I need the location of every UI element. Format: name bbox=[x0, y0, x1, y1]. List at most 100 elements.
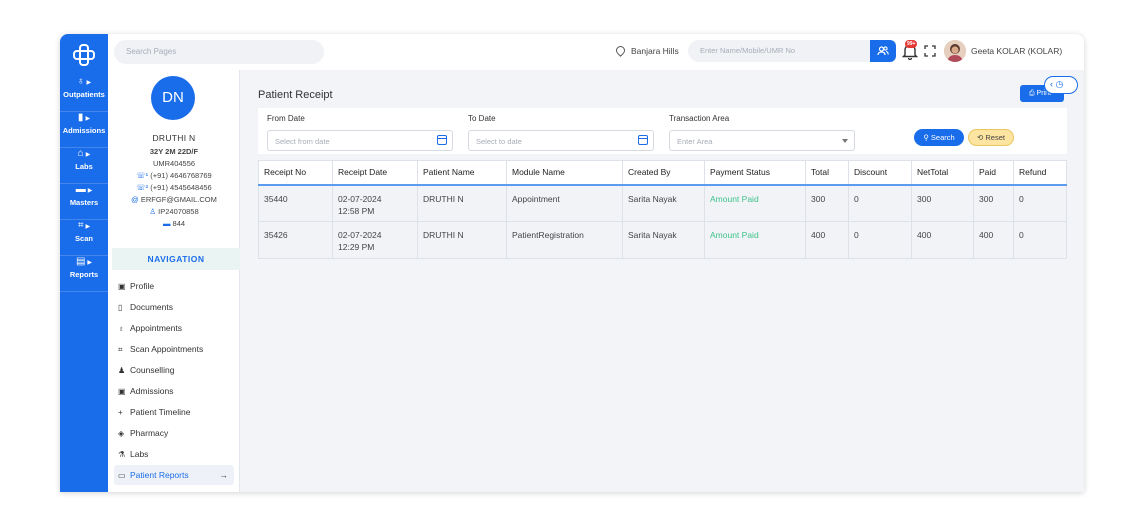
to-date-input[interactable]: Select to date bbox=[468, 130, 654, 151]
rail-item-outpatients[interactable]: ♁ ▶ Outpatients bbox=[60, 76, 108, 112]
patient-ip: ♙ IP24070858 bbox=[108, 206, 240, 218]
nav-item-appointments[interactable]: ♁ Appointments bbox=[114, 318, 234, 338]
calendar-icon[interactable] bbox=[437, 135, 447, 145]
scan-icon: ⌗ bbox=[118, 345, 123, 354]
table-row[interactable]: 35426 02-07-2024 12:29 PM DRUTHI N Patien… bbox=[258, 221, 1067, 259]
document-icon: ▯ bbox=[118, 303, 123, 312]
discount: 0 bbox=[848, 221, 912, 259]
rail-label: Labs bbox=[75, 162, 93, 171]
search-icon: ⚲ bbox=[923, 133, 931, 142]
date-value: 02-07-2024 bbox=[338, 193, 382, 204]
app-logo-icon[interactable] bbox=[72, 43, 96, 67]
module-name: Appointment bbox=[506, 184, 623, 222]
filter-bar: From Date Select from date To Date Selec… bbox=[258, 108, 1067, 154]
app-frame: ♁ ▶ Outpatients ▮ ▶ Admissions ⌂ ▶ Labs ▬ ▶ … bbox=[60, 34, 1084, 492]
to-date-label: To Date bbox=[468, 114, 496, 123]
from-date-label: From Date bbox=[267, 114, 305, 123]
navigation-heading: NAVIGATION bbox=[112, 248, 240, 270]
fullscreen-icon[interactable] bbox=[924, 45, 936, 57]
at-icon: @ bbox=[131, 195, 141, 204]
users-icon bbox=[877, 46, 889, 56]
patient-phone-2: ☏² (+91) 4545648456 bbox=[108, 182, 240, 194]
nav-item-pharmacy[interactable]: ◈ Pharmacy bbox=[114, 423, 234, 443]
col-header[interactable]: Paid bbox=[973, 160, 1014, 186]
admission-icon: ▣ bbox=[118, 387, 126, 396]
patient-umr: UMR404556 bbox=[152, 159, 196, 168]
location-selector[interactable]: Banjara Hills bbox=[614, 44, 679, 57]
col-header[interactable]: Patient Name bbox=[417, 160, 507, 186]
search-pages-input[interactable]: Search Pages bbox=[114, 40, 324, 64]
rail-item-scan[interactable]: ⌗ ▶ Scan bbox=[60, 220, 108, 256]
nav-item-scan-appointments[interactable]: ⌗ Scan Appointments bbox=[114, 339, 234, 359]
phone-2-value: (+91) 4545648456 bbox=[150, 183, 212, 192]
nav-item-patient-timeline[interactable]: + Patient Timeline bbox=[114, 402, 234, 422]
rail-item-admissions[interactable]: ▮ ▶ Admissions bbox=[60, 112, 108, 148]
search-button[interactable]: ⚲ Search bbox=[914, 129, 964, 146]
area-placeholder: Enter Area bbox=[677, 137, 713, 146]
from-date-input[interactable]: Select from date bbox=[267, 130, 453, 151]
col-header[interactable]: Created By bbox=[622, 160, 705, 186]
receipt-date: 02-07-2024 12:29 PM bbox=[332, 221, 418, 259]
reset-button[interactable]: ⟲ Reset bbox=[968, 129, 1014, 146]
user-name[interactable]: Geeta KOLAR (KOLAR) bbox=[971, 46, 1062, 56]
col-header[interactable]: Discount bbox=[848, 160, 912, 186]
col-header[interactable]: Receipt Date bbox=[332, 160, 418, 186]
report-icon: ▭ bbox=[118, 471, 126, 480]
stethoscope-icon: ♁ ▶ bbox=[76, 76, 92, 87]
rail-label: Reports bbox=[69, 270, 99, 279]
refund: 0 bbox=[1013, 221, 1067, 259]
patient-name-cell: DRUTHI N bbox=[417, 184, 507, 222]
receipt-no: 35440 bbox=[258, 184, 333, 222]
calendar-icon[interactable] bbox=[638, 135, 648, 145]
nav-label: Patient Reports bbox=[130, 470, 189, 480]
patient-name: DRUTHI N bbox=[152, 133, 196, 143]
payment-status: Amount Paid bbox=[704, 221, 806, 259]
reset-label: Reset bbox=[985, 133, 1005, 142]
phone-1-value: (+91) 4646768769 bbox=[150, 171, 212, 180]
room-value: 844 bbox=[172, 219, 186, 228]
caret-down-icon bbox=[842, 139, 848, 143]
chevron-left-icon: ‹ bbox=[1050, 79, 1053, 89]
nav-item-patient-reports[interactable]: ▭ Patient Reports → bbox=[114, 465, 234, 485]
patient-search-button[interactable] bbox=[870, 40, 896, 62]
col-header[interactable]: Module Name bbox=[506, 160, 623, 186]
person-icon: ♙ bbox=[149, 207, 159, 216]
email-value: ERFGF@GMAIL.COM bbox=[140, 195, 217, 204]
rail-item-reports[interactable]: ▤ ▶ Reports bbox=[60, 256, 108, 292]
rail-item-masters[interactable]: ▬ ▶ Masters bbox=[60, 184, 108, 220]
nav-label: Counselling bbox=[130, 365, 175, 375]
notification-bell-icon[interactable]: 99+ bbox=[901, 40, 919, 61]
col-header[interactable]: Refund bbox=[1013, 160, 1067, 186]
floating-toggle-button[interactable]: ‹ ◷ bbox=[1044, 76, 1078, 94]
umr-search-input[interactable]: Enter Name/Mobile/UMR No bbox=[688, 40, 870, 62]
patient-initials-avatar: DN bbox=[151, 76, 195, 120]
bed-icon: ▬ bbox=[162, 219, 173, 228]
created-by: Sarita Nayak bbox=[622, 221, 705, 259]
module-name: PatientRegistration bbox=[506, 221, 623, 259]
transaction-area-select[interactable]: Enter Area bbox=[669, 130, 855, 151]
col-header[interactable]: Total bbox=[805, 160, 849, 186]
file-icon: ▮ ▶ bbox=[77, 112, 91, 123]
pill-icon: ◈ bbox=[118, 429, 125, 438]
avatar[interactable] bbox=[944, 40, 966, 62]
nav-item-profile[interactable]: ▣ Profile bbox=[114, 276, 234, 296]
phone-icon: ☏¹ bbox=[136, 171, 151, 180]
table-row[interactable]: 35440 02-07-2024 12:58 PM DRUTHI N Appoin… bbox=[258, 184, 1067, 222]
created-by: Sarita Nayak bbox=[622, 184, 705, 222]
col-header[interactable]: Receipt No bbox=[258, 160, 333, 186]
id-card-icon: ▣ bbox=[118, 282, 126, 291]
col-header[interactable]: Payment Status bbox=[704, 160, 806, 186]
nav-item-admissions[interactable]: ▣ Admissions bbox=[114, 381, 234, 401]
nav-item-labs[interactable]: ⚗ Labs bbox=[114, 444, 234, 464]
transaction-area-label: Transaction Area bbox=[669, 114, 730, 123]
page-title: Patient Receipt bbox=[258, 89, 333, 101]
arrow-right-icon: → bbox=[219, 470, 229, 480]
col-header[interactable]: NetTotal bbox=[911, 160, 974, 186]
nav-item-counselling[interactable]: ♟ Counselling bbox=[114, 360, 234, 380]
rail-item-labs[interactable]: ⌂ ▶ Labs bbox=[60, 148, 108, 184]
nav-item-documents[interactable]: ▯ Documents bbox=[114, 297, 234, 317]
payment-status: Amount Paid bbox=[704, 184, 806, 222]
rail-label: Outpatients bbox=[63, 90, 105, 99]
report-icon: ▤ ▶ bbox=[75, 256, 93, 267]
nav-label: Appointments bbox=[130, 323, 182, 333]
